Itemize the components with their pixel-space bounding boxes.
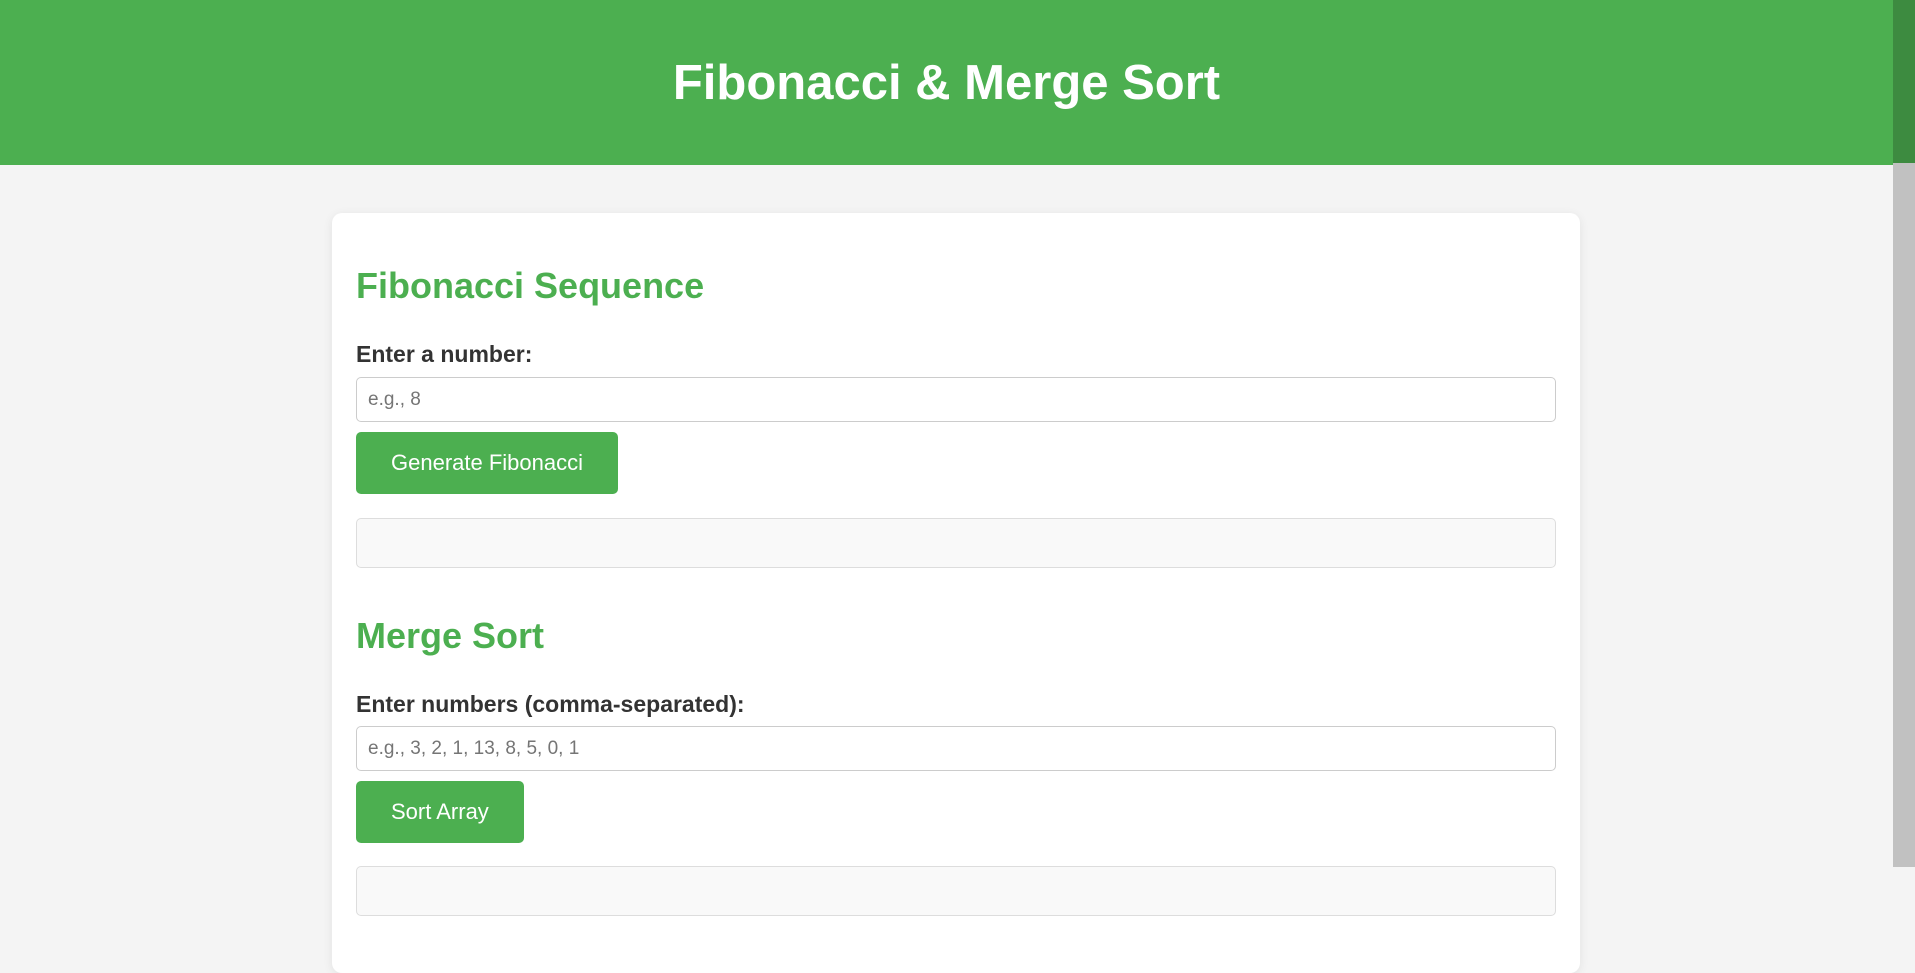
fibonacci-result-box (356, 518, 1556, 568)
generate-fibonacci-button[interactable]: Generate Fibonacci (356, 432, 618, 494)
merge-sort-section-title: Merge Sort (356, 615, 545, 656)
sort-array-button[interactable]: Sort Array (356, 781, 524, 843)
vertical-scrollbar[interactable] (1893, 0, 1915, 867)
merge-sort-input-label: Enter numbers (comma-separated): (356, 691, 745, 717)
page-header: Fibonacci & Merge Sort (0, 0, 1893, 165)
fibonacci-section-title: Fibonacci Sequence (356, 265, 705, 306)
scrollbar-thumb-header-overlay (1893, 0, 1915, 163)
merge-sort-result-box (356, 866, 1556, 916)
fibonacci-number-input[interactable] (356, 377, 1556, 422)
merge-sort-numbers-input[interactable] (356, 726, 1556, 771)
page-title: Fibonacci & Merge Sort (672, 55, 1221, 110)
fibonacci-input-label: Enter a number: (356, 341, 533, 367)
main-card: Fibonacci Sequence Enter a number: Gener… (332, 213, 1580, 973)
